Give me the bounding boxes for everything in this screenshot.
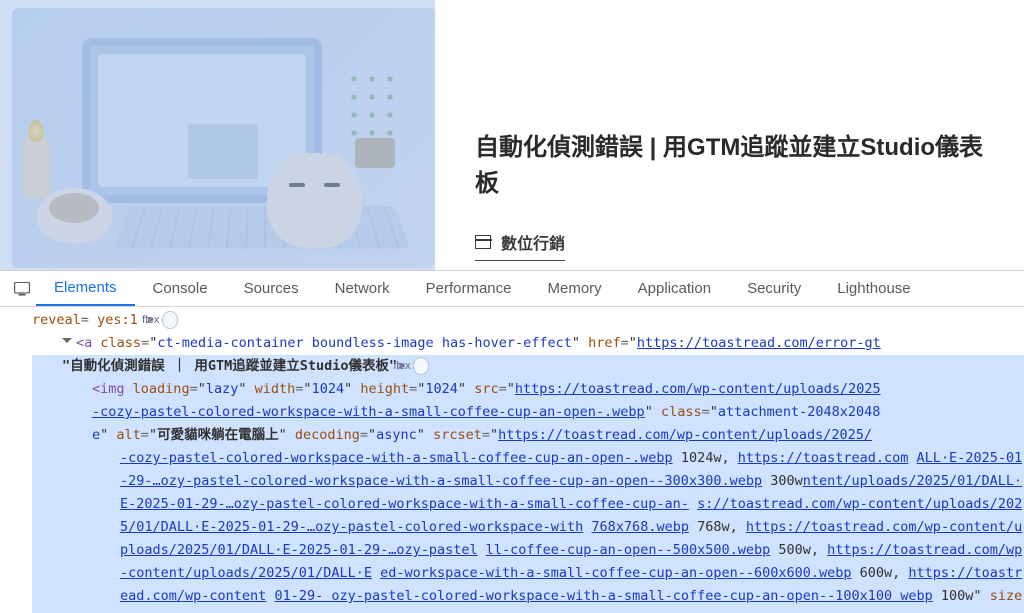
elements-tree[interactable]: reveal= yes:1 > flex <a class="ct-media-… (0, 307, 1024, 613)
srcset-link[interactable]: ed-workspace-with-a-small-coffee-cup-an-… (380, 565, 851, 581)
devtools-tab-sources[interactable]: Sources (226, 271, 317, 306)
src-link[interactable]: https://toastread.com/wp-content/uploads… (515, 381, 881, 397)
devtools-tab-security[interactable]: Security (729, 271, 819, 306)
archive-icon (475, 235, 491, 249)
mug-shape (37, 188, 112, 243)
thumbnail-illustration (22, 18, 425, 258)
article-thumbnail[interactable] (12, 8, 435, 268)
category-label: 數位行銷 (501, 230, 565, 254)
dom-node-a-text-selected[interactable]: "自動化偵測錯誤 ｜ 用GTM追蹤並建立Studio儀表板"> flex (32, 355, 1024, 378)
devtools-inspect-icon[interactable] (8, 271, 36, 306)
dom-node-img[interactable]: <img loading="lazy" width="1024" height=… (32, 378, 1024, 401)
article-meta: 自動化偵測錯誤 | 用GTM追蹤並建立Studio儀表板 數位行銷 (435, 0, 1024, 270)
devtools-tab-application[interactable]: Application (620, 271, 729, 306)
flex-badge[interactable]: flex (413, 357, 429, 375)
href-link[interactable]: https://toastread.com/error-gt (637, 335, 881, 351)
srcset-link[interactable]: 01-29- ozy-pastel-colored-workspace-with… (274, 588, 932, 604)
srcset-link[interactable]: ll-coffee-cup-an-open--500x500.webp (486, 542, 770, 558)
dom-node-img-srcset[interactable]: -cozy-pastel-colored-workspace-with-a-sm… (32, 447, 1024, 613)
devtools-tab-memory[interactable]: Memory (530, 271, 620, 306)
devtools-tab-network[interactable]: Network (317, 271, 408, 306)
srcset-link[interactable]: https://toastread.com (738, 450, 909, 466)
devtools-tab-performance[interactable]: Performance (408, 271, 530, 306)
devtools-tabbar: ElementsConsoleSourcesNetworkPerformance… (0, 271, 1024, 307)
dom-node-partial[interactable]: reveal= yes:1 > flex (32, 309, 1024, 332)
srcset-link[interactable]: -cozy-pastel-colored-workspace-with-a-sm… (120, 450, 673, 466)
dom-node-img-l2[interactable]: -cozy-pastel-colored-workspace-with-a-sm… (32, 401, 1024, 424)
category-link[interactable]: 數位行銷 (475, 230, 565, 261)
devtools-tab-elements[interactable]: Elements (36, 271, 135, 306)
devtools-tab-lighthouse[interactable]: Lighthouse (819, 271, 928, 306)
candle-shape (22, 138, 50, 198)
flex-badge[interactable]: flex (162, 311, 178, 329)
dom-node-a[interactable]: <a class="ct-media-container boundless-i… (32, 332, 1024, 355)
srcset-link[interactable]: 768x768.webp (591, 519, 689, 535)
dom-node-img-l3[interactable]: e" alt="可愛貓咪躺在電腦上" decoding="async" srcs… (32, 424, 1024, 447)
devtools-panel: ElementsConsoleSourcesNetworkPerformance… (0, 270, 1024, 613)
article-title[interactable]: 自動化偵測錯誤 | 用GTM追蹤並建立Studio儀表板 (475, 130, 994, 202)
devtools-tab-console[interactable]: Console (135, 271, 226, 306)
keyboard-shape (114, 206, 411, 249)
plant-shape (345, 68, 405, 168)
caret-down-icon[interactable] (62, 338, 72, 348)
webpage-preview: 自動化偵測錯誤 | 用GTM追蹤並建立Studio儀表板 數位行銷 (0, 0, 1024, 270)
cat-shape (267, 153, 362, 248)
